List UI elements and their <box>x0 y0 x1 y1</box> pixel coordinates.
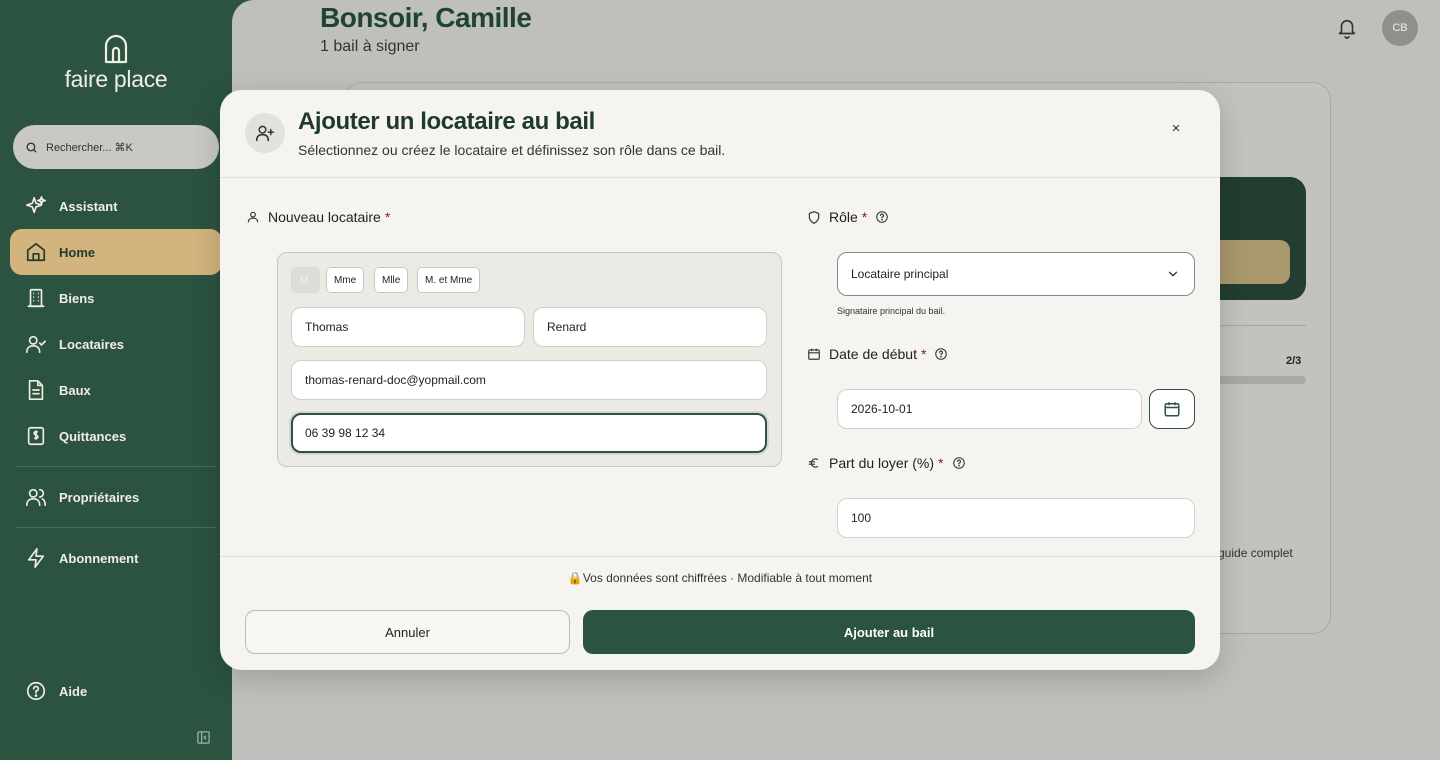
sidebar-item-home[interactable]: Home <box>10 229 222 275</box>
sidebar-item-abonnement[interactable]: Abonnement <box>10 535 222 581</box>
start-date-label-text: Date de début <box>829 346 917 362</box>
page-title: Bonsoir, Camille <box>320 2 532 33</box>
first-name-input[interactable]: Thomas <box>291 307 525 347</box>
progress-label: 2/3 <box>1286 355 1302 367</box>
sidebar-item-label: Locataires <box>59 336 125 352</box>
sparkles-icon <box>26 196 46 214</box>
rent-share-label-text: Part du loyer (%) <box>829 455 935 471</box>
sidebar-item-biens[interactable]: Biens <box>10 275 222 321</box>
civility-option-mme[interactable]: Mme <box>326 267 365 293</box>
avatar[interactable]: CB <box>1382 10 1418 46</box>
role-label-text: Rôle <box>829 209 858 225</box>
modal-subtitle: Sélectionnez ou créez le locataire et dé… <box>298 142 726 158</box>
search-input[interactable]: Rechercher... ⌘K <box>13 125 219 169</box>
sidebar-item-baux[interactable]: Baux <box>10 367 222 413</box>
modal-title: Ajouter un locataire au bail <box>298 108 595 135</box>
civility-option-m[interactable]: M. <box>291 267 320 293</box>
tenant-section-label: Nouveau locataire * <box>246 209 390 225</box>
add-to-lease-button[interactable]: Ajouter au bail <box>583 610 1195 654</box>
close-button[interactable]: × <box>1164 116 1188 140</box>
sidebar-item-assistant[interactable]: Assistant <box>10 183 222 229</box>
sidebar-collapse-icon[interactable] <box>196 730 211 745</box>
sidebar-item-quittances[interactable]: Quittances <box>10 413 222 459</box>
bolt-icon <box>27 548 45 568</box>
date-picker-button[interactable] <box>1149 389 1195 429</box>
required-mark: * <box>861 209 868 225</box>
civility-option-m-et-mme[interactable]: M. et Mme <box>417 267 481 293</box>
home-icon <box>26 242 46 262</box>
modal-header: Ajouter un locataire au bail Sélectionne… <box>220 90 1220 178</box>
logo-house-icon <box>104 34 128 64</box>
chevron-down-icon <box>1168 271 1178 277</box>
cancel-button[interactable]: Annuler <box>245 610 570 654</box>
building-icon <box>27 288 45 308</box>
sidebar-item-label: Assistant <box>59 198 118 214</box>
required-mark: * <box>938 455 944 471</box>
sidebar-item-label: Propriétaires <box>59 489 140 505</box>
rent-share-input[interactable]: 100 <box>837 498 1195 538</box>
role-hint: Signataire principal du bail. <box>837 306 946 316</box>
help-circle-icon <box>26 681 46 701</box>
user-plus-icon <box>255 125 275 142</box>
receipt-icon <box>27 426 45 446</box>
role-select[interactable]: Locataire principal <box>837 252 1195 296</box>
sidebar-divider <box>16 527 216 528</box>
document-icon <box>28 380 44 400</box>
user-icon <box>247 211 259 223</box>
search-icon <box>26 141 37 153</box>
sidebar-item-proprietaires[interactable]: Propriétaires <box>10 474 222 520</box>
start-date-input[interactable]: 2026-10-01 <box>837 389 1142 429</box>
sidebar-item-label: Home <box>59 244 96 260</box>
logo[interactable]: faire place <box>0 34 232 93</box>
sidebar-item-label: Quittances <box>59 428 127 444</box>
search-placeholder: Rechercher... ⌘K <box>46 141 133 154</box>
sidebar-item-aide[interactable]: Aide <box>10 668 222 714</box>
sidebar-item-locataires[interactable]: Locataires <box>10 321 222 367</box>
email-input[interactable]: thomas-renard-doc@yopmail.com <box>291 360 767 400</box>
last-name-input[interactable]: Renard <box>533 307 767 347</box>
shield-icon <box>808 210 820 224</box>
euro-icon <box>808 458 819 468</box>
bell-icon[interactable] <box>1336 16 1358 40</box>
sidebar-item-label: Baux <box>59 382 91 398</box>
role-select-value: Locataire principal <box>851 267 949 281</box>
sidebar: faire place Rechercher... ⌘K Assistant H… <box>0 0 232 760</box>
logo-text: faire place <box>64 66 168 92</box>
encryption-note: 🔒Vos données sont chiffrées · Modifiable… <box>567 571 873 585</box>
user-check-icon <box>26 335 46 354</box>
phone-input[interactable]: 06 39 98 12 34 <box>291 413 767 453</box>
role-label: Rôle * <box>807 209 897 225</box>
sidebar-item-label: Biens <box>59 290 95 306</box>
help-icon[interactable] <box>952 456 966 470</box>
sidebar-item-label: Abonnement <box>59 550 139 566</box>
start-date-label: Date de début * <box>807 346 956 362</box>
tenant-label-text: Nouveau locataire <box>268 209 381 225</box>
rent-share-label: Part du loyer (%) * <box>807 455 974 471</box>
add-tenant-modal: Ajouter un locataire au bail Sélectionne… <box>220 90 1220 670</box>
tenant-form-box: M. Mme Mlle M. et Mme Thomas Renard thom… <box>277 252 782 467</box>
guide-link: guide complet <box>1218 546 1293 560</box>
users-icon <box>26 488 46 507</box>
required-mark: * <box>920 346 927 362</box>
calendar-icon <box>1164 402 1180 417</box>
sidebar-divider <box>16 466 216 467</box>
page-subtitle: 1 bail à signer <box>320 38 420 55</box>
calendar-icon <box>808 348 820 360</box>
help-icon[interactable] <box>934 347 948 361</box>
civility-option-mlle[interactable]: Mlle <box>374 267 409 293</box>
required-mark: * <box>384 209 391 225</box>
header-icon-badge <box>245 113 285 153</box>
modal-footer: 🔒Vos données sont chiffrées · Modifiable… <box>220 556 1220 670</box>
sidebar-item-label: Aide <box>59 683 88 699</box>
help-icon[interactable] <box>875 210 889 224</box>
